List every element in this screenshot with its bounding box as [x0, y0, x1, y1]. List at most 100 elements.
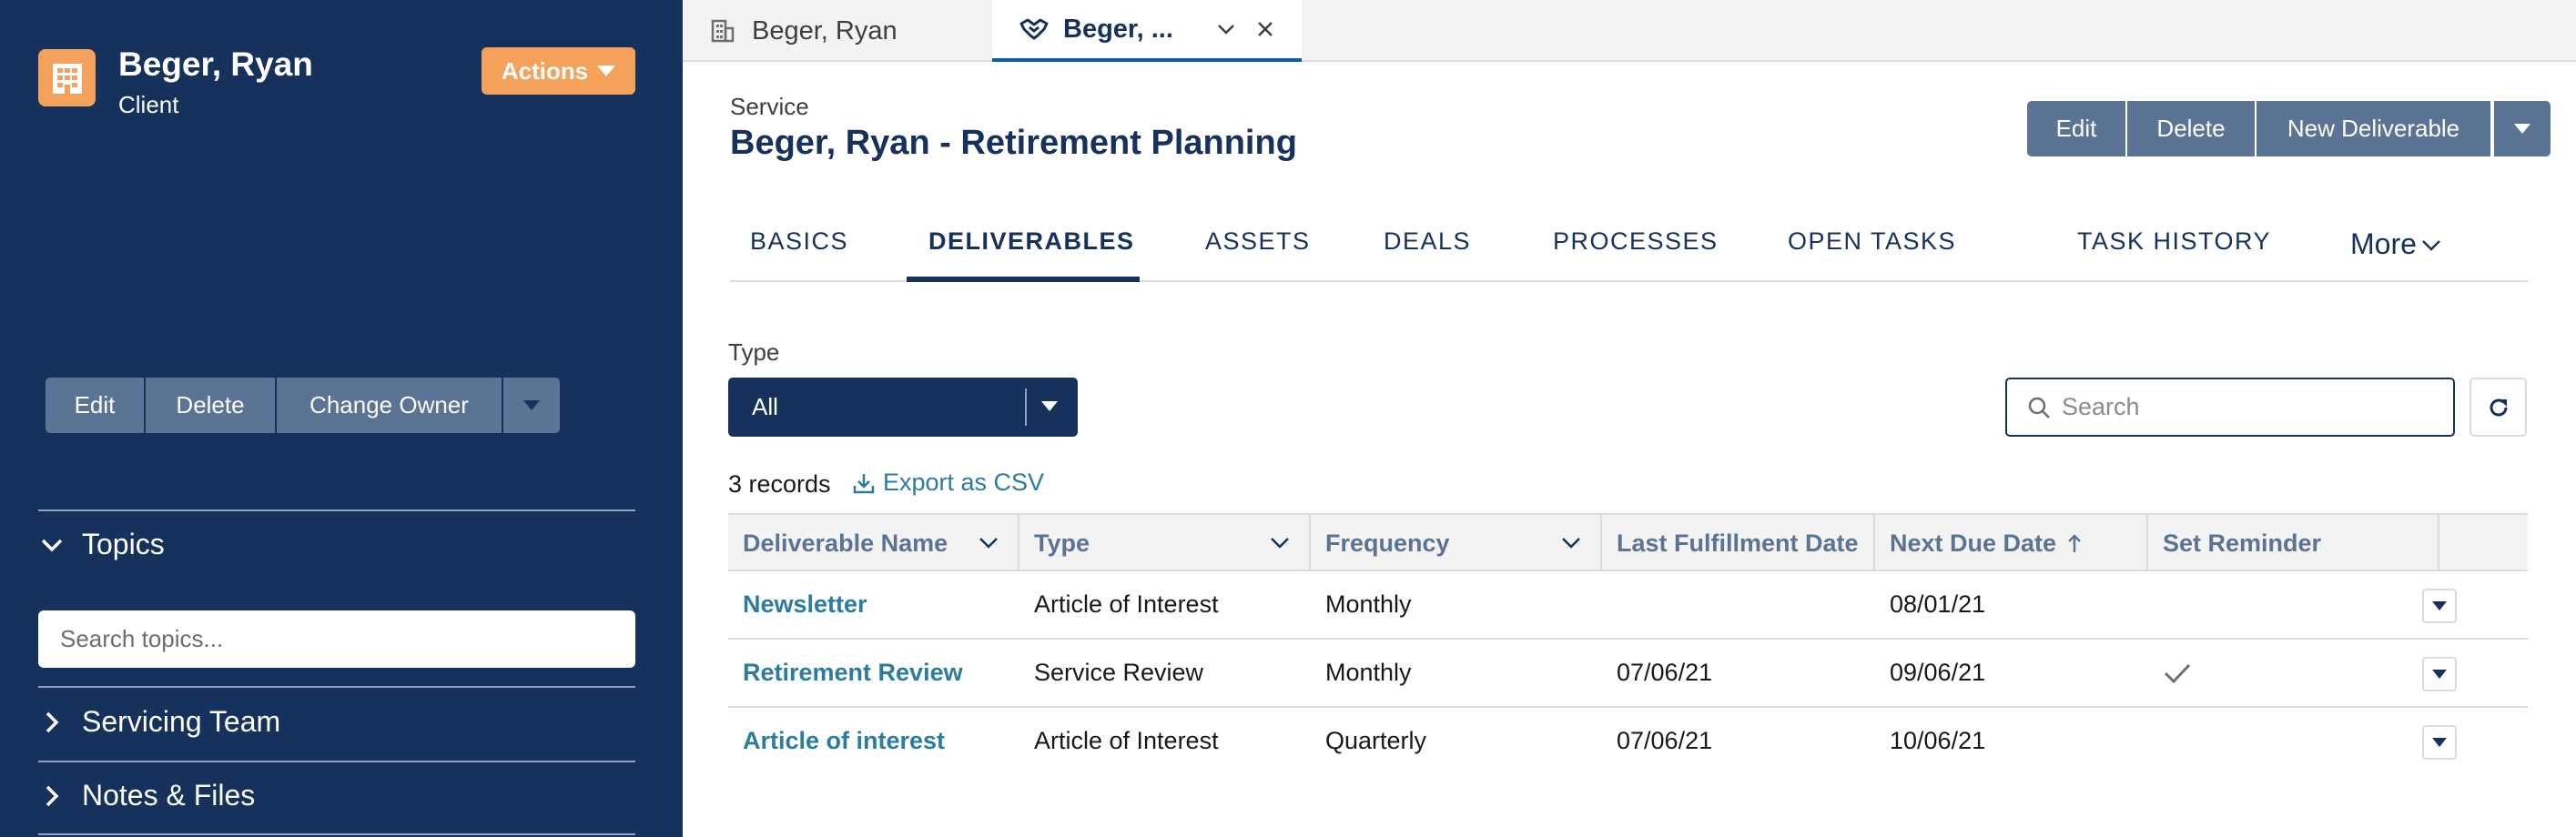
- record-subtabs: BASICS DELIVERABLES ASSETS DEALS PROCESS…: [730, 200, 2528, 282]
- records-count: 3 records: [728, 470, 831, 498]
- column-header-next-due-date[interactable]: Next Due Date: [1875, 515, 2148, 571]
- change-owner-button[interactable]: Change Owner: [277, 378, 503, 433]
- export-label: Export as CSV: [883, 469, 1045, 496]
- deliverable-name-link[interactable]: Article of interest: [728, 708, 945, 774]
- deliverable-name-link[interactable]: Newsletter: [728, 571, 867, 638]
- caret-down-icon: [2514, 124, 2530, 134]
- type-cell: Article of Interest: [1034, 727, 1219, 754]
- column-label: Next Due Date: [1890, 529, 2057, 557]
- column-header-type[interactable]: Type: [1019, 515, 1311, 571]
- next-due-cell: 08/01/21: [1890, 590, 1986, 618]
- deliverables-table: Deliverable Name Type Frequency Last Ful…: [728, 513, 2528, 776]
- divider: [1025, 388, 1027, 426]
- type-cell: Service Review: [1034, 659, 1204, 686]
- row-actions-button[interactable]: [2422, 657, 2457, 691]
- chevron-down-icon[interactable]: [1216, 19, 1236, 39]
- client-name: Beger, Ryan: [118, 45, 313, 83]
- tab-deliverables[interactable]: DELIVERABLES: [928, 227, 1135, 256]
- building-icon: [38, 49, 96, 106]
- tab-task-history[interactable]: TASK HISTORY: [2077, 227, 2271, 256]
- search-box: [2005, 378, 2455, 437]
- table-row: Newsletter Article of Interest Monthly 0…: [728, 571, 2528, 640]
- last-fulfillment-cell: 07/06/21: [1617, 659, 1713, 686]
- tab-open-tasks[interactable]: OPEN TASKS: [1788, 227, 1956, 256]
- column-header-set-reminder[interactable]: Set Reminder: [2148, 515, 2439, 571]
- tab-label: Beger, ...: [1063, 14, 1173, 44]
- delete-button[interactable]: Delete: [146, 378, 277, 433]
- caret-down-icon: [1041, 401, 1058, 411]
- notes-files-section-toggle[interactable]: Notes & Files: [38, 779, 255, 812]
- record-sidebar: Beger, Ryan Client Actions Edit Delete C…: [0, 0, 683, 837]
- active-tab-indicator: [907, 277, 1140, 282]
- caret-down-icon: [523, 400, 540, 410]
- table-row: Article of interest Article of Interest …: [728, 708, 2528, 776]
- table-row: Retirement Review Service Review Monthly…: [728, 640, 2528, 708]
- checkmark-icon: [2164, 663, 2191, 683]
- tab-more[interactable]: More: [2350, 227, 2442, 261]
- workspace-tab-bar: Beger, Ryan Beger, ...: [683, 0, 2576, 62]
- deliverable-name-link[interactable]: Retirement Review: [728, 640, 963, 706]
- edit-button[interactable]: Edit: [46, 378, 146, 433]
- notes-files-label: Notes & Files: [82, 779, 256, 812]
- more-actions-button[interactable]: [503, 378, 560, 433]
- servicing-team-section-toggle[interactable]: Servicing Team: [38, 705, 280, 739]
- actions-label: Actions: [501, 56, 589, 85]
- type-cell: Article of Interest: [1034, 590, 1219, 618]
- row-actions-button[interactable]: [2422, 589, 2457, 623]
- chevron-down-icon: [979, 538, 998, 549]
- more-label: More: [2350, 227, 2417, 260]
- refresh-button[interactable]: [2470, 378, 2527, 437]
- object-label: Service: [730, 93, 809, 120]
- column-header-last-fulfillment-date[interactable]: Last Fulfillment Date: [1602, 515, 1875, 571]
- edit-button[interactable]: Edit: [2027, 101, 2127, 156]
- chevron-right-icon: [46, 785, 59, 806]
- chevron-down-icon: [1562, 538, 1580, 549]
- divider: [38, 833, 635, 835]
- handshake-icon: [1019, 18, 1049, 40]
- column-label: Deliverable Name: [743, 529, 948, 557]
- frequency-cell: Monthly: [1325, 659, 1412, 686]
- main-panel: Beger, Ryan Beger, ... Service Beger, Ry…: [683, 0, 2576, 837]
- divider: [38, 686, 635, 688]
- column-label: Last Fulfillment Date: [1617, 529, 1859, 557]
- divider: [38, 509, 635, 511]
- client-type: Client: [118, 91, 179, 118]
- tab-controls: [1216, 19, 1274, 39]
- column-header-deliverable-name[interactable]: Deliverable Name: [728, 515, 1019, 571]
- search-input[interactable]: [2062, 393, 2426, 421]
- new-deliverable-button[interactable]: New Deliverable: [2257, 101, 2494, 156]
- column-header-frequency[interactable]: Frequency: [1311, 515, 1602, 571]
- column-label: Type: [1034, 529, 1090, 557]
- search-icon: [2028, 397, 2050, 418]
- export-csv-link[interactable]: Export as CSV: [852, 469, 1044, 497]
- topics-section-toggle[interactable]: Topics: [38, 528, 165, 561]
- chevron-right-icon: [46, 711, 59, 732]
- chevron-down-icon: [41, 539, 63, 551]
- tab-deals[interactable]: DEALS: [1384, 227, 1471, 256]
- table-header: Deliverable Name Type Frequency Last Ful…: [728, 513, 2528, 571]
- more-actions-button[interactable]: [2494, 101, 2551, 156]
- caret-down-icon: [2432, 601, 2447, 610]
- next-due-cell: 09/06/21: [1890, 659, 1986, 686]
- tab-processes[interactable]: PROCESSES: [1553, 227, 1719, 256]
- topics-label: Topics: [82, 528, 165, 560]
- type-filter-select[interactable]: All: [728, 378, 1078, 437]
- frequency-cell: Monthly: [1325, 590, 1412, 618]
- sidebar-button-group: Edit Delete Change Owner: [46, 378, 560, 433]
- chevron-down-icon: [2422, 239, 2440, 251]
- topic-search-input[interactable]: [38, 610, 635, 668]
- tab-client[interactable]: Beger, Ryan: [710, 0, 898, 62]
- delete-button[interactable]: Delete: [2127, 101, 2257, 156]
- actions-button[interactable]: Actions: [482, 47, 635, 95]
- tab-assets[interactable]: ASSETS: [1205, 227, 1311, 256]
- next-due-cell: 10/06/21: [1890, 727, 1986, 754]
- last-fulfillment-cell: 07/06/21: [1617, 727, 1713, 754]
- chevron-down-icon: [1271, 538, 1289, 549]
- column-label: Set Reminder: [2163, 529, 2322, 557]
- frequency-cell: Quarterly: [1325, 727, 1427, 754]
- tab-basics[interactable]: BASICS: [750, 227, 848, 256]
- tab-service[interactable]: Beger, ...: [992, 0, 1302, 62]
- close-icon[interactable]: [1256, 20, 1274, 38]
- tab-label: Beger, Ryan: [752, 15, 898, 45]
- row-actions-button[interactable]: [2422, 725, 2457, 760]
